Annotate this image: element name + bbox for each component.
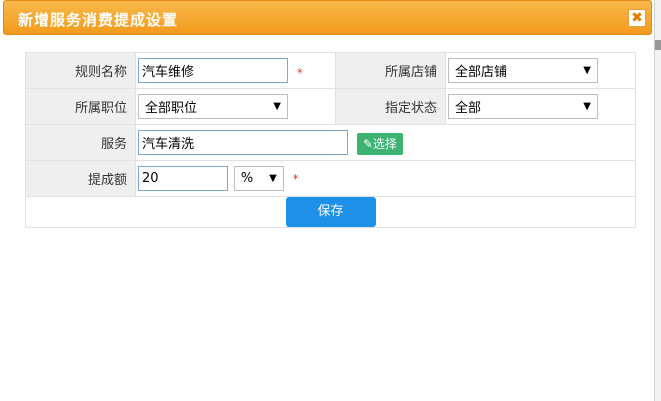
- dialog-titlebar: 新增服务消费提成设置 ✖: [3, 0, 652, 35]
- form-row: 规则名称 * 所属店铺 全部店铺 ▼: [25, 52, 636, 89]
- chevron-down-icon: ▼: [269, 173, 277, 184]
- status-cell: 全部 ▼: [445, 88, 636, 125]
- required-mark: *: [296, 65, 303, 80]
- chevron-down-icon: ▼: [273, 101, 281, 112]
- status-label: 指定状态: [335, 88, 446, 125]
- chevron-down-icon: ▼: [583, 65, 591, 76]
- required-mark: *: [292, 171, 299, 186]
- position-select-value: 全部职位: [145, 101, 198, 116]
- dialog: 新增服务消费提成设置 ✖ 规则名称 * 所属店铺 全部店铺 ▼ 所属职位 全部职…: [0, 0, 655, 401]
- service-input[interactable]: [138, 129, 348, 155]
- background-edge: [655, 0, 661, 401]
- form-row: 提成额 % ▼ *: [25, 160, 636, 197]
- commission-unit-value: %: [240, 171, 254, 186]
- commission-input[interactable]: [138, 166, 228, 191]
- commission-cell: % ▼ *: [135, 160, 636, 197]
- store-select[interactable]: 全部店铺 ▼: [448, 58, 598, 83]
- status-select-value: 全部: [455, 101, 482, 116]
- commission-unit-select[interactable]: % ▼: [233, 166, 284, 191]
- service-label: 服务: [25, 124, 136, 161]
- position-cell: 全部职位 ▼: [135, 88, 336, 125]
- background-mark: [655, 40, 661, 50]
- position-select[interactable]: 全部职位 ▼: [138, 94, 288, 119]
- commission-label: 提成额: [25, 160, 136, 197]
- status-select[interactable]: 全部 ▼: [448, 94, 598, 119]
- store-cell: 全部店铺 ▼: [445, 52, 636, 89]
- close-icon[interactable]: ✖: [628, 9, 646, 27]
- position-label: 所属职位: [25, 88, 136, 125]
- form-row: 所属职位 全部职位 ▼ 指定状态 全部 ▼: [25, 88, 636, 125]
- select-service-button[interactable]: ✎选择: [356, 133, 403, 156]
- rule-name-input[interactable]: [138, 58, 288, 83]
- save-button[interactable]: 保存: [285, 197, 376, 227]
- form-row: 保存: [25, 196, 636, 228]
- actions-cell: 保存: [25, 196, 636, 228]
- dialog-title: 新增服务消费提成设置: [18, 11, 179, 29]
- service-cell: ✎选择: [135, 124, 636, 161]
- settings-form: 规则名称 * 所属店铺 全部店铺 ▼ 所属职位 全部职位 ▼ 指定状态: [25, 52, 636, 228]
- rule-name-label: 规则名称: [25, 52, 136, 89]
- store-label: 所属店铺: [335, 52, 446, 89]
- form-row: 服务 ✎选择: [25, 124, 636, 161]
- chevron-down-icon: ▼: [583, 101, 591, 112]
- store-select-value: 全部店铺: [455, 65, 508, 80]
- rule-name-cell: *: [135, 52, 336, 89]
